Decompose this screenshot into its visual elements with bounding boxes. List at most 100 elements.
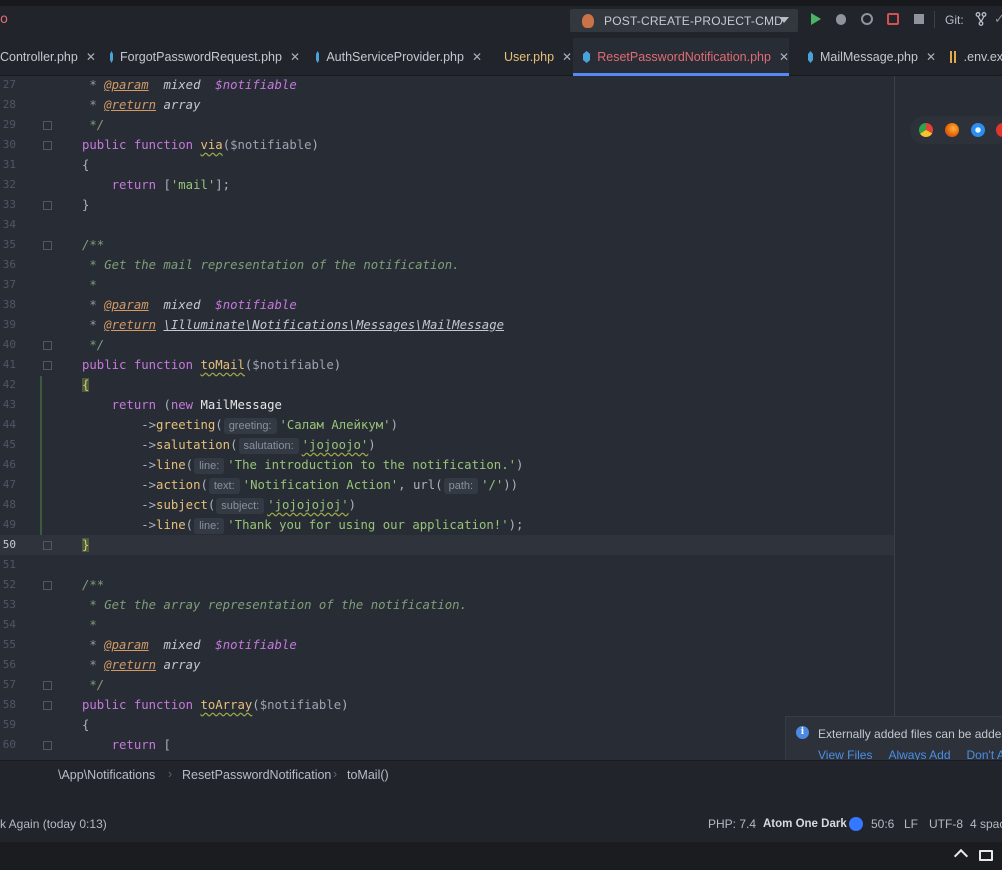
code-line[interactable]: 29 */ bbox=[0, 115, 894, 135]
code-line[interactable]: 42 { bbox=[0, 375, 894, 395]
tab-mailmessage-php[interactable]: MailMessage.php ✕ bbox=[798, 38, 936, 76]
code-token: mixed bbox=[163, 638, 201, 652]
status-bar: k Again (today 0:13) PHP: 7.4 Atom One D… bbox=[0, 788, 1002, 842]
chevron-up-icon[interactable] bbox=[953, 848, 969, 864]
line-number: 30 bbox=[2, 138, 16, 151]
code-line[interactable]: 44 ->greeting(greeting: 'Салам Алейкум') bbox=[0, 415, 894, 435]
code-line[interactable]: 53 * Get the array representation of the… bbox=[0, 595, 894, 615]
tab-authserviceprovider-php[interactable]: AuthServiceProvider.php ✕ bbox=[306, 38, 482, 76]
chrome-icon[interactable] bbox=[919, 123, 933, 137]
close-icon[interactable]: ✕ bbox=[290, 50, 300, 64]
run-button[interactable] bbox=[808, 11, 824, 27]
code-line[interactable]: 27 * @param mixed $notifiable bbox=[0, 76, 894, 95]
line-number: 31 bbox=[2, 158, 16, 171]
code-token: /** bbox=[82, 578, 105, 592]
line-number: 48 bbox=[2, 498, 16, 511]
code-token: return bbox=[111, 178, 157, 192]
opera-icon[interactable] bbox=[996, 123, 1002, 137]
code-line[interactable]: 35 /** bbox=[0, 235, 894, 255]
code-line[interactable]: 54 * bbox=[0, 615, 894, 635]
code-line[interactable]: 56 * @return array bbox=[0, 655, 894, 675]
code-line[interactable]: 59 { bbox=[0, 715, 894, 735]
status-indicator-icon[interactable] bbox=[849, 817, 863, 831]
debug-button[interactable] bbox=[833, 11, 849, 27]
line-separator[interactable]: LF bbox=[904, 817, 918, 831]
code-line[interactable]: 60 return [ bbox=[0, 735, 894, 755]
code-token: line bbox=[156, 518, 186, 532]
stop-button[interactable] bbox=[911, 11, 927, 27]
php-version[interactable]: PHP: 7.4 bbox=[708, 817, 756, 831]
browser-preview-bar bbox=[910, 116, 1002, 144]
code-line[interactable]: 50} bbox=[0, 535, 894, 555]
network-icon[interactable] bbox=[979, 850, 993, 861]
code-line[interactable]: 32 return ['mail']; bbox=[0, 175, 894, 195]
code-token: 'The introduction to the notification.' bbox=[227, 458, 516, 472]
code-line[interactable]: 48 ->subject(subject:'jojojojoj') bbox=[0, 495, 894, 515]
code-line[interactable]: 34 bbox=[0, 215, 894, 235]
close-icon[interactable]: ✕ bbox=[86, 50, 96, 64]
tab-resetpasswordnotification-php[interactable]: ResetPasswordNotification.php ✕ bbox=[573, 38, 789, 76]
main-toolbar: o POST-CREATE-PROJECT-CMD Git: ✓ bbox=[0, 0, 1002, 38]
tab-controller-php[interactable]: Controller.php ✕ bbox=[0, 38, 96, 76]
class-file-icon bbox=[316, 51, 320, 63]
listen-debug-button[interactable] bbox=[885, 11, 901, 27]
safari-icon[interactable] bbox=[971, 123, 985, 137]
code-line[interactable]: 28 * @return array bbox=[0, 95, 894, 115]
code-text: * bbox=[82, 615, 96, 635]
close-icon[interactable]: ✕ bbox=[779, 50, 789, 64]
breadcrumb-method[interactable]: toMail() bbox=[347, 768, 389, 782]
line-number: 52 bbox=[2, 578, 16, 591]
theme-name[interactable]: Atom One Dark bbox=[763, 818, 847, 830]
code-line[interactable]: 41 public function toMail($notifiable) bbox=[0, 355, 894, 375]
code-token: $notifiable bbox=[215, 298, 297, 312]
git-branch-icon[interactable] bbox=[975, 12, 987, 26]
code-line[interactable]: 46 ->line(line: 'The introduction to the … bbox=[0, 455, 894, 475]
tab-user-php[interactable]: User.php ✕ bbox=[487, 38, 572, 76]
code-token: 'Thank you for using our application!' bbox=[227, 518, 509, 532]
code-line[interactable]: 33} bbox=[0, 195, 894, 215]
code-line[interactable]: 45 ->salutation(salutation:'jojoojo') bbox=[0, 435, 894, 455]
firefox-icon[interactable] bbox=[945, 123, 959, 137]
code-line[interactable]: 43 return (new MailMessage bbox=[0, 395, 894, 415]
code-token: \Illuminate\Notifications\Messages\MailM… bbox=[163, 318, 505, 332]
code-line[interactable]: 57 */ bbox=[0, 675, 894, 695]
code-line[interactable]: 49 ->line(line: 'Thank you for using our … bbox=[0, 515, 894, 535]
code-line[interactable]: 30 public function via($notifiable) bbox=[0, 135, 894, 155]
tab-forgotpasswordrequest-php[interactable]: ForgotPasswordRequest.php ✕ bbox=[100, 38, 300, 76]
breadcrumb-namespace[interactable]: \App\Notifications bbox=[58, 768, 155, 782]
close-icon[interactable]: ✕ bbox=[562, 50, 572, 64]
code-line[interactable]: 37 * bbox=[0, 275, 894, 295]
breadcrumb-class[interactable]: ResetPasswordNotification bbox=[182, 768, 331, 782]
env-file-icon bbox=[950, 51, 957, 63]
code-token: * bbox=[82, 318, 105, 332]
git-update-icon[interactable]: ✓ bbox=[994, 12, 1002, 27]
code-line[interactable]: 38 * @param mixed $notifiable bbox=[0, 295, 894, 315]
caret-position[interactable]: 50:6 bbox=[871, 817, 894, 831]
code-line[interactable]: 51 bbox=[0, 555, 894, 575]
code-token: * bbox=[82, 638, 105, 652]
system-taskbar bbox=[0, 842, 1002, 870]
tab--env-exa[interactable]: .env.exa bbox=[940, 38, 1002, 76]
code-line[interactable]: 58 public function toArray($notifiable) bbox=[0, 695, 894, 715]
run-configuration-select[interactable]: POST-CREATE-PROJECT-CMD bbox=[570, 9, 798, 32]
indent-setting[interactable]: 4 spac bbox=[970, 817, 1002, 831]
close-icon[interactable]: ✕ bbox=[472, 50, 482, 64]
toolbar-left-label[interactable]: o bbox=[0, 12, 8, 27]
coverage-button[interactable] bbox=[859, 11, 875, 27]
code-editor[interactable]: 27 * @param mixed $notifiable 28 * @retur… bbox=[0, 76, 894, 760]
close-icon[interactable]: ✕ bbox=[926, 50, 936, 64]
code-line[interactable]: 36 * Get the mail representation of the … bbox=[0, 255, 894, 275]
run-configuration-label: POST-CREATE-PROJECT-CMD bbox=[604, 13, 784, 28]
tab-label: .env.exa bbox=[963, 50, 1002, 64]
code-line[interactable]: 40 */ bbox=[0, 335, 894, 355]
code-line[interactable]: 52 /** bbox=[0, 575, 894, 595]
code-line[interactable]: 47 ->action(text: 'Notification Action', … bbox=[0, 475, 894, 495]
code-text: ->salutation(salutation:'jojoojo') bbox=[82, 435, 376, 455]
title-strip bbox=[0, 0, 1002, 6]
status-message[interactable]: k Again (today 0:13) bbox=[0, 817, 107, 831]
code-line[interactable]: 39 * @return \Illuminate\Notifications\M… bbox=[0, 315, 894, 335]
code-line[interactable]: 31 { bbox=[0, 155, 894, 175]
code-line[interactable]: 55 * @param mixed $notifiable bbox=[0, 635, 894, 655]
file-encoding[interactable]: UTF-8 bbox=[929, 817, 963, 831]
